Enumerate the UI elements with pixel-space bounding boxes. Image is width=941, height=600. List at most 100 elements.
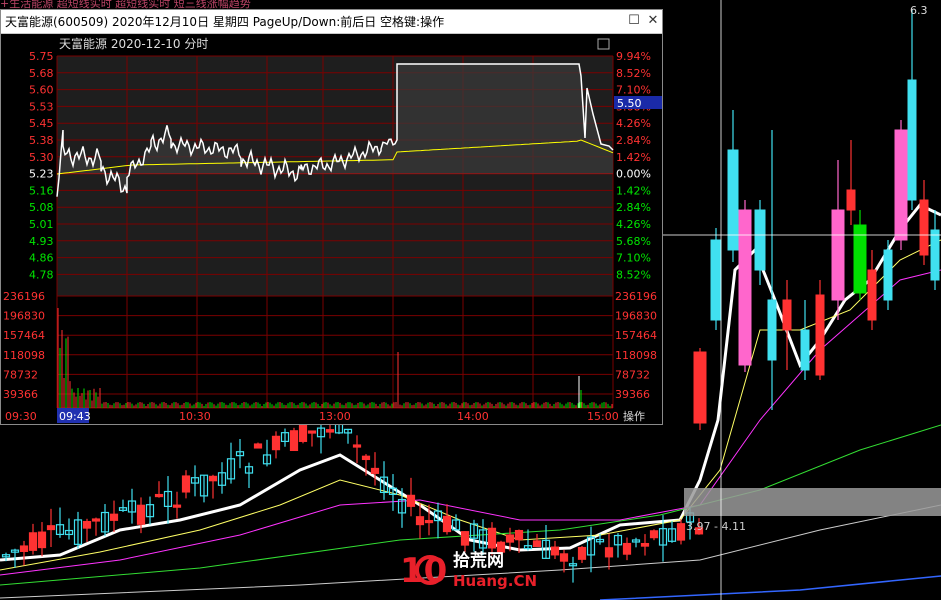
- window-title: 天富能源(600509) 2020年12月10日 星期四 PageUp/Down…: [5, 15, 445, 29]
- kline-body: [800, 329, 810, 371]
- time-label: 15:00: [587, 410, 619, 423]
- volume-tick-right: 196830: [615, 310, 657, 323]
- kline-body: [19, 545, 29, 552]
- price-tick: 5.16: [29, 184, 54, 197]
- percent-tick: 8.52%: [616, 268, 651, 281]
- kline-body: [907, 79, 917, 201]
- percent-tick: 4.26%: [616, 218, 651, 231]
- price-tick: 5.08: [29, 201, 54, 214]
- watermark-cn: 拾荒网: [453, 550, 504, 571]
- kline-body: [577, 546, 587, 560]
- volume-tick-left: 157464: [3, 329, 45, 342]
- kline-body: [154, 493, 164, 498]
- kline-body: [559, 553, 569, 562]
- price-tick: 5.38: [29, 134, 54, 147]
- intraday-popup-window[interactable]: 天富能源(600509) 2020年12月10日 星期四 PageUp/Down…: [0, 9, 663, 425]
- time-label: 09:30: [5, 410, 37, 423]
- kline-body: [91, 518, 101, 522]
- intraday-header: 天富能源 2020-12-10 分时: [59, 36, 208, 51]
- kline-body: [738, 209, 752, 366]
- time-label: 10:30: [179, 410, 211, 423]
- time-label: 14:00: [457, 410, 489, 423]
- volume-tick-left: 236196: [3, 290, 45, 303]
- kline-body: [181, 475, 191, 493]
- percent-tick: 9.94%: [616, 50, 651, 63]
- kline-body: [424, 519, 434, 524]
- price-tick: 5.60: [29, 84, 54, 97]
- percent-tick: 7.10%: [616, 84, 651, 97]
- kline-body: [352, 444, 362, 448]
- maximize-icon[interactable]: ☐: [625, 12, 643, 30]
- price-tick: 4.78: [29, 268, 54, 281]
- current-price: 5.50: [617, 97, 642, 110]
- percent-tick: 4.26%: [616, 117, 651, 130]
- kline-body: [253, 443, 263, 449]
- kline-body: [831, 209, 845, 301]
- kline-body: [754, 209, 766, 271]
- kline-body: [289, 430, 299, 452]
- price-tick: 5.01: [29, 218, 54, 231]
- percent-tick: 1.42%: [616, 184, 651, 197]
- kline-body: [782, 299, 792, 331]
- price-tick: 4.86: [29, 252, 54, 265]
- percent-tick: 2.84%: [616, 134, 651, 147]
- kline-body: [442, 515, 452, 533]
- price-tick: 5.30: [29, 151, 54, 164]
- kline-body: [172, 504, 182, 508]
- kline-body: [676, 523, 686, 541]
- kline-body: [109, 513, 119, 521]
- kline-body: [136, 504, 146, 525]
- price-tick: 5.23: [29, 168, 54, 181]
- price-range-band: [684, 488, 941, 516]
- price-tick: 4.93: [29, 235, 54, 248]
- price-range-label: 3.97 - 4.11: [686, 520, 746, 533]
- kline-body: [640, 542, 650, 547]
- percent-tick: 0.00%: [616, 168, 651, 181]
- kline-body: [307, 430, 317, 434]
- kline-body: [867, 269, 877, 321]
- kline-body: [487, 527, 497, 549]
- kline-body: [815, 294, 825, 376]
- kline-body: [37, 531, 47, 549]
- time-label: 13:00: [319, 410, 351, 423]
- kline-body: [28, 532, 38, 551]
- kline-body: [271, 435, 281, 451]
- kline-body: [514, 529, 524, 541]
- volume-tick-right: 39366: [615, 388, 650, 401]
- price-tick: 5.53: [29, 100, 54, 113]
- kline-body: [930, 229, 940, 281]
- kline-body: [649, 530, 659, 539]
- watermark-en: Huang.CN: [453, 572, 537, 590]
- price-tick: 5.75: [29, 50, 54, 63]
- intraday-chart[interactable]: 天富能源 2020-12-10 分时 5.75 5.68 5.60 5.53 5.45 5…: [1, 34, 662, 424]
- kline-body: [361, 455, 371, 461]
- percent-tick: 5.68%: [616, 235, 651, 248]
- volume-tick-left: 78732: [3, 368, 38, 381]
- kline-body: [604, 547, 614, 558]
- kline-body: [550, 546, 560, 556]
- kline-body: [208, 475, 218, 482]
- window-titlebar[interactable]: 天富能源(600509) 2020年12月10日 星期四 PageUp/Down…: [1, 10, 662, 34]
- volume-tick-left: 39366: [3, 388, 38, 401]
- kline-body: [460, 531, 470, 546]
- kline-body: [370, 467, 380, 474]
- volume-tick-left: 196830: [3, 310, 45, 323]
- op-button[interactable]: 操作: [623, 409, 645, 423]
- volume-tick-right: 118098: [615, 349, 657, 362]
- kline-body: [894, 129, 908, 241]
- kline-body: [298, 424, 308, 442]
- volume-tick-right: 157464: [615, 329, 657, 342]
- kline-body: [622, 542, 632, 555]
- watermark-logo: 10 拾荒网 Huang.CN: [400, 550, 537, 590]
- kline-body: [919, 199, 929, 256]
- percent-tick: 2.84%: [616, 201, 651, 214]
- close-icon[interactable]: ✕: [644, 12, 662, 30]
- kline-body: [710, 239, 722, 321]
- percent-tick: 1.42%: [616, 151, 651, 164]
- kline-body: [46, 525, 56, 531]
- kline-body: [883, 249, 893, 301]
- kline-body: [693, 351, 707, 424]
- top-right-price: 6.3: [910, 4, 928, 17]
- kline-body: [846, 189, 856, 211]
- cursor-time: 09:43: [59, 410, 91, 423]
